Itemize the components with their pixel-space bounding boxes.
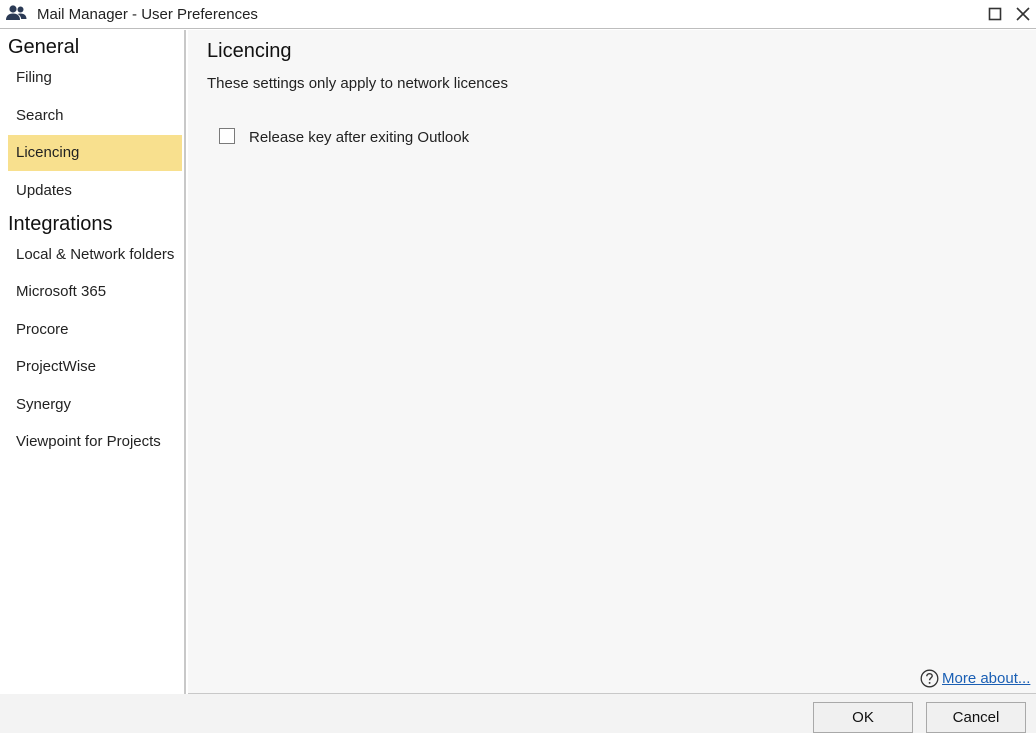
- sidebar-nav: General Filing Search Licencing Updates …: [0, 30, 186, 694]
- sidebar-heading-general: General: [8, 36, 80, 58]
- release-key-label[interactable]: Release key after exiting Outlook: [249, 129, 469, 146]
- sidebar-item-projectwise[interactable]: ProjectWise: [8, 349, 182, 385]
- title-bar: Mail Manager - User Preferences: [0, 0, 1036, 29]
- sidebar-item-updates[interactable]: Updates: [8, 173, 182, 209]
- dialog-footer: OK Cancel: [0, 694, 1036, 733]
- sidebar-item-microsoft-365[interactable]: Microsoft 365: [8, 274, 182, 310]
- maximize-icon[interactable]: [986, 5, 1004, 23]
- sidebar-heading-integrations: Integrations: [8, 213, 113, 235]
- release-key-checkbox[interactable]: [219, 128, 235, 144]
- more-about-link[interactable]: More about...: [942, 670, 1030, 687]
- settings-panel: Licencing These settings only apply to n…: [188, 30, 1036, 694]
- question-circle-icon: [920, 669, 939, 688]
- sidebar-item-search[interactable]: Search: [8, 98, 182, 134]
- sidebar-item-viewpoint-for-projects[interactable]: Viewpoint for Projects: [8, 424, 182, 460]
- sidebar-item-procore[interactable]: Procore: [8, 312, 182, 348]
- users-icon: [6, 5, 27, 20]
- cancel-button[interactable]: Cancel: [926, 702, 1026, 733]
- section-title: Licencing: [207, 40, 292, 62]
- sidebar-item-local-network-folders[interactable]: Local & Network folders: [8, 237, 182, 273]
- sidebar-item-licencing[interactable]: Licencing: [8, 135, 182, 171]
- ok-button[interactable]: OK: [813, 702, 913, 733]
- close-icon[interactable]: [1014, 5, 1032, 23]
- sidebar-item-filing[interactable]: Filing: [8, 60, 182, 96]
- section-description: These settings only apply to network lic…: [207, 75, 508, 92]
- sidebar-item-synergy[interactable]: Synergy: [8, 387, 182, 423]
- window-title: Mail Manager - User Preferences: [37, 6, 258, 23]
